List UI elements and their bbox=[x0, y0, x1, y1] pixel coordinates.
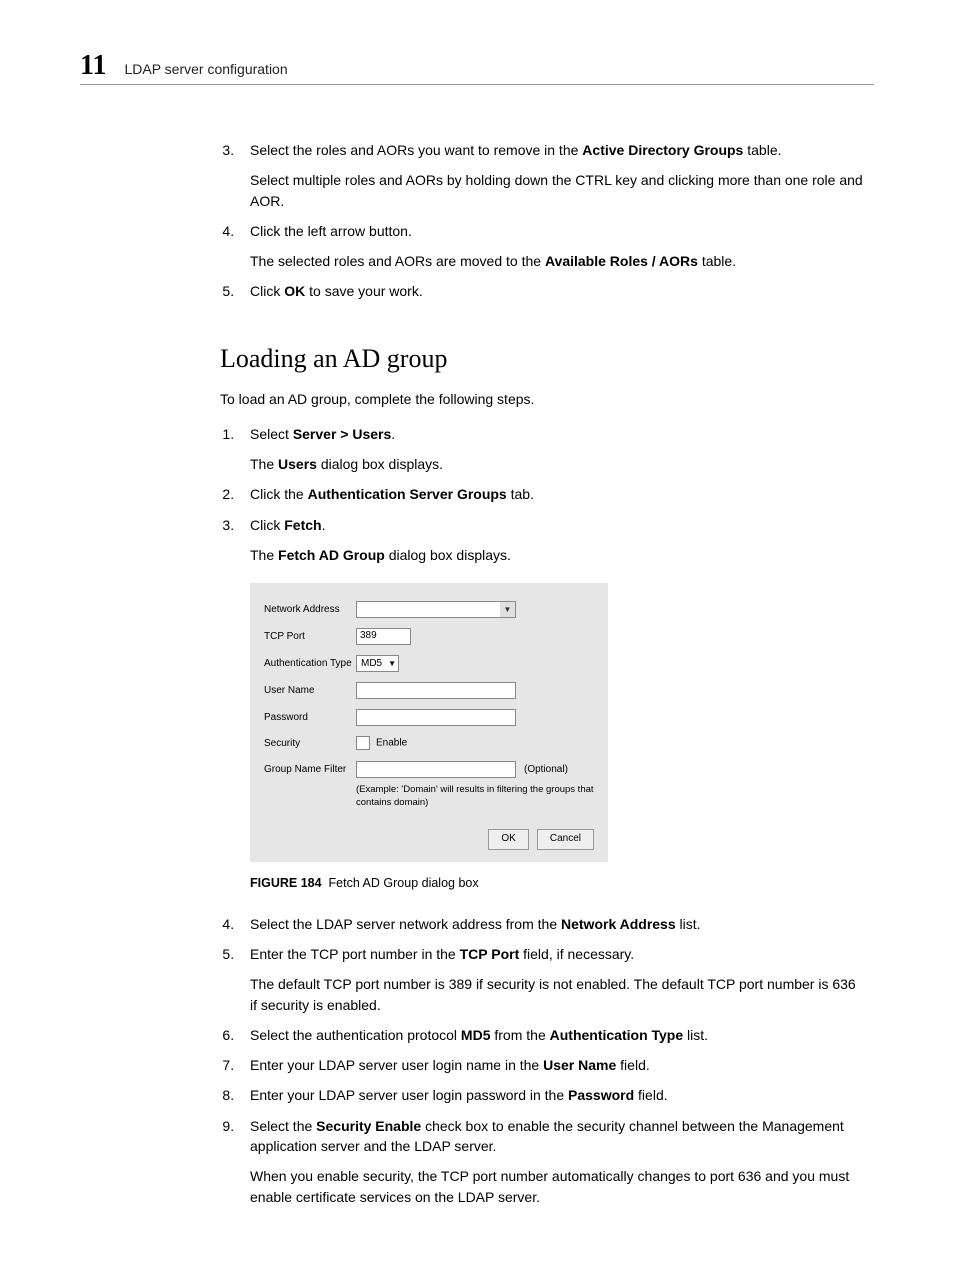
username-label: User Name bbox=[264, 684, 356, 699]
top-steps-list: Select the roles and AORs you want to re… bbox=[238, 140, 864, 302]
after-step-7: Enter your LDAP server user login name i… bbox=[238, 1055, 864, 1075]
username-input[interactable] bbox=[356, 682, 516, 699]
load-step-3: Click Fetch. The Fetch AD Group dialog b… bbox=[238, 515, 864, 566]
step-text: Select Server > Users. bbox=[250, 426, 395, 442]
load-steps-list: Select Server > Users. The Users dialog … bbox=[238, 424, 864, 565]
group-filter-label: Group Name Filter bbox=[264, 763, 356, 778]
step-text: Select the LDAP server network address f… bbox=[250, 916, 701, 932]
auth-type-value: MD5 bbox=[361, 657, 382, 672]
step-sub: When you enable security, the TCP port n… bbox=[250, 1166, 864, 1207]
step-5: Click OK to save your work. bbox=[238, 281, 864, 301]
step-3: Select the roles and AORs you want to re… bbox=[238, 140, 864, 211]
group-filter-input[interactable] bbox=[356, 761, 516, 778]
after-step-5: Enter the TCP port number in the TCP Por… bbox=[238, 944, 864, 1015]
step-text: Select the Security Enable check box to … bbox=[250, 1118, 844, 1154]
tcp-port-label: TCP Port bbox=[264, 630, 356, 645]
load-step-2: Click the Authentication Server Groups t… bbox=[238, 484, 864, 504]
main-content: Select the roles and AORs you want to re… bbox=[220, 140, 864, 1207]
chapter-number: 11 bbox=[80, 50, 106, 82]
step-sub: Select multiple roles and AORs by holdin… bbox=[250, 170, 864, 211]
security-label: Security bbox=[264, 737, 356, 752]
auth-type-select[interactable]: MD5 ▼ bbox=[356, 655, 399, 672]
step-sub: The selected roles and AORs are moved to… bbox=[250, 251, 864, 271]
enable-label: Enable bbox=[376, 738, 407, 749]
security-enable-checkbox[interactable] bbox=[356, 736, 370, 750]
fetch-ad-group-dialog: Network Address ▼ TCP Port 389 Authentic… bbox=[250, 583, 608, 861]
after-step-6: Select the authentication protocol MD5 f… bbox=[238, 1025, 864, 1045]
after-step-9: Select the Security Enable check box to … bbox=[238, 1116, 864, 1207]
network-address-label: Network Address bbox=[264, 603, 356, 618]
cancel-button[interactable]: Cancel bbox=[537, 829, 594, 850]
step-text: Enter the TCP port number in the TCP Por… bbox=[250, 946, 634, 962]
step-text: Click OK to save your work. bbox=[250, 283, 423, 299]
header-title: LDAP server configuration bbox=[124, 61, 287, 77]
ok-button[interactable]: OK bbox=[488, 829, 528, 850]
step-4: Click the left arrow button. The selecte… bbox=[238, 221, 864, 272]
tcp-port-input[interactable]: 389 bbox=[356, 628, 411, 645]
after-step-8: Enter your LDAP server user login passwo… bbox=[238, 1085, 864, 1105]
section-heading: Loading an AD group bbox=[220, 340, 864, 378]
password-label: Password bbox=[264, 711, 356, 726]
chevron-down-icon: ▼ bbox=[388, 658, 396, 670]
step-sub: The default TCP port number is 389 if se… bbox=[250, 974, 864, 1015]
section-intro: To load an AD group, complete the follow… bbox=[220, 389, 864, 409]
chevron-down-icon: ▼ bbox=[500, 602, 515, 617]
after-steps-list: Select the LDAP server network address f… bbox=[238, 914, 864, 1207]
step-text: Click Fetch. bbox=[250, 517, 325, 533]
step-sub: The Fetch AD Group dialog box displays. bbox=[250, 545, 864, 565]
step-text: Click the Authentication Server Groups t… bbox=[250, 486, 534, 502]
group-filter-example: (Example: 'Domain' will results in filte… bbox=[356, 784, 594, 809]
step-text: Select the authentication protocol MD5 f… bbox=[250, 1027, 708, 1043]
load-step-1: Select Server > Users. The Users dialog … bbox=[238, 424, 864, 475]
figure-number: FIGURE 184 bbox=[250, 876, 322, 890]
password-input[interactable] bbox=[356, 709, 516, 726]
page-header: 11 LDAP server configuration bbox=[80, 50, 874, 85]
auth-type-label: Authentication Type bbox=[264, 657, 356, 672]
optional-label: (Optional) bbox=[524, 763, 568, 778]
step-sub: The Users dialog box displays. bbox=[250, 454, 864, 474]
figure-caption: FIGURE 184 Fetch AD Group dialog box bbox=[250, 874, 864, 892]
step-text: Enter your LDAP server user login name i… bbox=[250, 1057, 650, 1073]
after-step-4: Select the LDAP server network address f… bbox=[238, 914, 864, 934]
step-text: Select the roles and AORs you want to re… bbox=[250, 142, 782, 158]
step-text: Click the left arrow button. bbox=[250, 223, 412, 239]
network-address-combo[interactable]: ▼ bbox=[356, 601, 516, 618]
figure-text: Fetch AD Group dialog box bbox=[329, 876, 479, 890]
step-text: Enter your LDAP server user login passwo… bbox=[250, 1087, 668, 1103]
